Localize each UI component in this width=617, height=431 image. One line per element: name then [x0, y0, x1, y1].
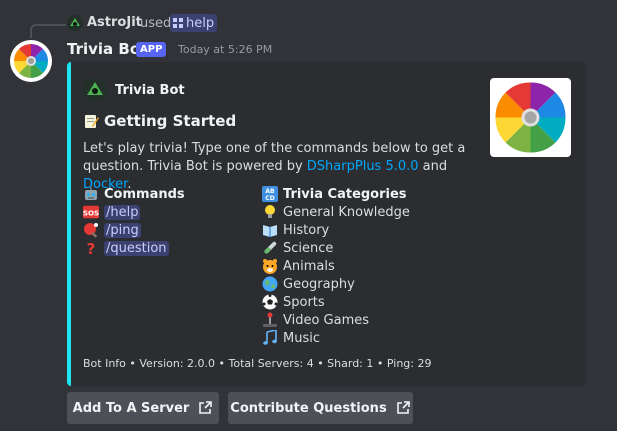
svg-text:?: ? [87, 240, 96, 256]
category-item: History [262, 221, 410, 239]
question-command[interactable]: /question [104, 240, 169, 256]
reply-user-avatar[interactable] [67, 15, 83, 31]
embed-author-icon [83, 78, 107, 102]
bot-avatar[interactable] [10, 40, 52, 82]
reply-command-label: help [186, 15, 215, 31]
music-notes-icon [262, 330, 278, 346]
external-link-icon [395, 400, 411, 416]
app-badge: APP [136, 42, 167, 57]
category-label: Music [283, 330, 320, 346]
embed-author-name: Trivia Bot [115, 83, 185, 98]
tiger-icon [262, 258, 278, 274]
robot-icon [83, 186, 99, 202]
category-label: Sports [283, 294, 325, 310]
external-link-icon [197, 400, 213, 416]
book-icon [262, 222, 278, 238]
memo-icon [83, 113, 99, 129]
category-label: Animals [283, 258, 335, 274]
joystick-icon [262, 312, 278, 328]
categories-field: AB CD Trivia Categories General Knowledge… [262, 185, 410, 347]
svg-text:SOS: SOS [83, 209, 99, 218]
ping-pong-icon [83, 222, 99, 238]
category-item: Animals [262, 257, 410, 275]
reply-command-chip[interactable]: help [170, 14, 218, 32]
category-item: Sports [262, 293, 410, 311]
commands-field: Commands SOS /help /ping ? /question [83, 185, 185, 257]
category-label: Geography [283, 276, 355, 292]
category-label: Science [283, 240, 334, 256]
abcd-icon: AB CD [262, 186, 278, 202]
ping-command[interactable]: /ping [104, 222, 141, 238]
help-command[interactable]: /help [104, 204, 141, 220]
svg-text:CD: CD [265, 195, 274, 202]
category-label: Video Games [283, 312, 370, 328]
contribute-questions-button[interactable]: Contribute Questions [228, 392, 413, 424]
test-tube-icon [262, 240, 278, 256]
reply-username[interactable]: AstroJit [87, 15, 142, 30]
embed-title: Getting Started [83, 112, 236, 130]
commands-field-name: Commands [83, 185, 185, 203]
command-line: ? /question [83, 239, 185, 257]
slash-command-icon [173, 18, 183, 28]
embed-title-text: Getting Started [104, 112, 237, 130]
embed-footer: Bot Info • Version: 2.0.0 • Total Server… [83, 357, 432, 370]
categories-label: Trivia Categories [283, 186, 407, 202]
soccer-ball-icon [262, 294, 278, 310]
add-to-server-label: Add To A Server [72, 400, 190, 416]
commands-label: Commands [104, 186, 185, 202]
embed-thumbnail[interactable] [490, 78, 571, 157]
category-item: Geography [262, 275, 410, 293]
category-label: General Knowledge [283, 204, 410, 220]
categories-field-name: AB CD Trivia Categories [262, 185, 410, 203]
category-item: General Knowledge [262, 203, 410, 221]
description-text-mid: and [418, 159, 448, 174]
dsharpplus-link[interactable]: DSharpPlus 5.0.0 [307, 159, 419, 174]
add-to-server-button[interactable]: Add To A Server [67, 392, 219, 424]
globe-icon [262, 276, 278, 292]
question-icon: ? [83, 240, 99, 256]
category-item: Music [262, 329, 410, 347]
sos-icon: SOS [83, 204, 99, 220]
contribute-questions-label: Contribute Questions [230, 400, 387, 416]
message-timestamp[interactable]: Today at 5:26 PM [178, 43, 272, 56]
category-item: Video Games [262, 311, 410, 329]
category-label: History [283, 222, 330, 238]
reply-used-text: used [140, 16, 172, 31]
command-line: /ping [83, 221, 185, 239]
command-line: SOS /help [83, 203, 185, 221]
svg-text:AB: AB [265, 188, 275, 195]
lightbulb-icon [262, 204, 278, 220]
category-item: Science [262, 239, 410, 257]
reply-spine [30, 24, 66, 38]
